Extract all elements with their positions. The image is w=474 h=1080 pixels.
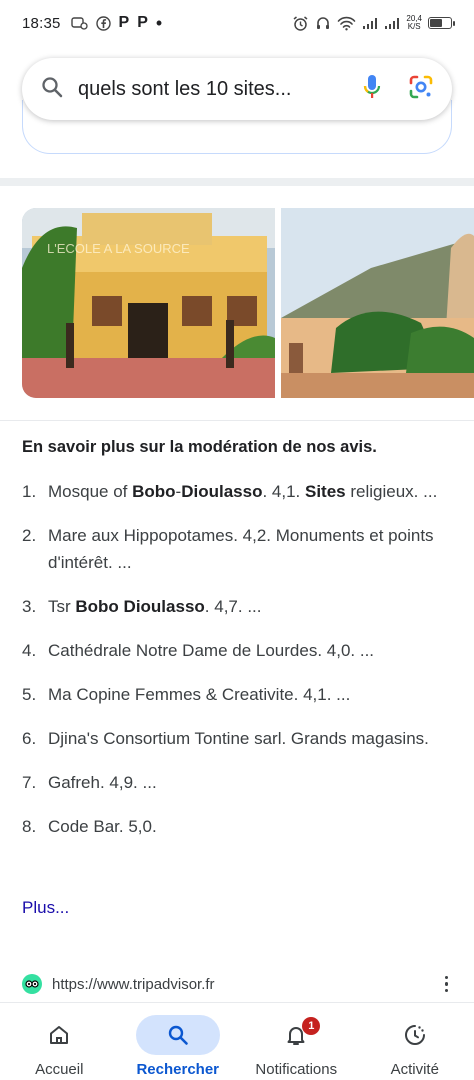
list-item-text-part: Code Bar. 5,0. <box>48 817 157 836</box>
search-bar[interactable]: quels sont les 10 sites... <box>22 58 452 120</box>
google-lens-icon[interactable] <box>408 74 434 105</box>
battery-level <box>430 19 442 27</box>
nav-tab-label: Activité <box>390 1061 439 1078</box>
list-item-text: Tsr Bobo Dioulasso. 4,7. ... <box>48 593 452 620</box>
p-app-icon: P <box>118 14 130 31</box>
alarm-icon <box>292 15 309 32</box>
list-item-number: 5. <box>22 685 37 704</box>
nav-tab-notifications[interactable]: 1 Notifications <box>237 1003 356 1080</box>
p-app-icon: P <box>137 14 148 31</box>
list-item-text-part: Djina's Consortium Tontine sarl. Grands … <box>48 729 429 748</box>
section-divider <box>0 178 474 186</box>
list-item-number: 8. <box>22 817 37 836</box>
list-item[interactable]: 6. Djina's Consortium Tontine sarl. Grand… <box>22 725 452 752</box>
voice-search-mic-icon[interactable] <box>362 73 382 106</box>
source-url[interactable]: https://www.tripadvisor.fr <box>52 976 215 993</box>
list-item-text: Mare aux Hippopotames. 4,2. Monuments et… <box>48 522 452 576</box>
list-item-number: 2. <box>22 526 37 545</box>
moderation-heading[interactable]: En savoir plus sur la modération de nos … <box>22 438 377 457</box>
facebook-icon <box>95 15 111 31</box>
status-right-icons: 20,4 K/S <box>292 15 455 32</box>
nav-tab-label: Rechercher <box>136 1061 220 1078</box>
nav-icon-wrap <box>135 1015 220 1055</box>
list-item[interactable]: 4. Cathédrale Notre Dame de Lourdes. 4,0.… <box>22 637 452 664</box>
list-item-number: 4. <box>22 641 37 660</box>
list-item-text-part: Ma Copine Femmes & Creativite. 4,1. ... <box>48 685 351 704</box>
list-item-text-part: . 4,7. ... <box>204 597 262 616</box>
status-bar: 18:35 P P • 20,4 K/S <box>0 0 474 46</box>
list-item-text: Code Bar. 5,0. <box>48 813 452 840</box>
svg-text:L'ECOLE A LA SOURCE: L'ECOLE A LA SOURCE <box>47 241 190 256</box>
network-speed-unit: K/S <box>407 22 421 31</box>
list-item-number: 7. <box>22 773 37 792</box>
divider-line <box>0 420 474 421</box>
tripadvisor-owl-icon <box>22 974 42 994</box>
nav-tab-activite[interactable]: Activité <box>356 1003 474 1080</box>
signal-icon <box>362 17 378 30</box>
list-item-text-part: . 4,1. <box>262 482 305 501</box>
list-item-text-part: Mare aux Hippopotames. 4,2. Monuments et… <box>48 526 434 572</box>
more-notifications-dot-icon: • <box>155 13 163 33</box>
list-item[interactable]: 2. Mare aux Hippopotames. 4,2. Monuments … <box>22 522 452 576</box>
list-item-bold-text: Dioulasso <box>181 482 263 501</box>
list-item-text-part: Tsr <box>48 597 76 616</box>
battery-icon <box>428 17 455 29</box>
list-item-text-part: Cathédrale Notre Dame de Lourdes. 4,0. .… <box>48 641 375 660</box>
list-item[interactable]: 8. Code Bar. 5,0. <box>22 813 452 840</box>
nav-tab-label: Accueil <box>35 1061 84 1078</box>
list-item-text-part: Mosque of <box>48 482 133 501</box>
list-item[interactable]: 5. Ma Copine Femmes & Creativite. 4,1. ..… <box>22 681 452 708</box>
nav-icon-wrap: 1 <box>254 1015 338 1055</box>
list-item-bold-text: Bobo Dioulasso <box>75 597 205 616</box>
nav-tab-rechercher[interactable]: Rechercher <box>119 1003 238 1080</box>
wifi-icon <box>337 16 356 31</box>
bottom-navigation: Accueil Rechercher 1 Notifications Activ… <box>0 1002 474 1080</box>
result-image-bobo-dioulasso-building[interactable]: L'ECOLE A LA SOURCE <box>22 208 275 398</box>
list-item-text-part: Gafreh. 4,9. ... <box>48 773 157 792</box>
list-item-text: Cathédrale Notre Dame de Lourdes. 4,0. .… <box>48 637 452 664</box>
search-query[interactable]: quels sont les 10 sites... <box>78 78 354 101</box>
status-time: 18:35 <box>22 14 61 32</box>
list-item-text: Ma Copine Femmes & Creativite. 4,1. ... <box>48 681 452 708</box>
headset-icon <box>315 15 331 31</box>
list-item-number: 6. <box>22 729 37 748</box>
nav-tab-accueil[interactable]: Accueil <box>0 1003 119 1080</box>
list-item-bold-text: Bobo <box>132 482 176 501</box>
signal-icon <box>384 17 400 30</box>
nav-icon-wrap <box>17 1015 101 1055</box>
list-item-number: 1. <box>22 482 37 501</box>
nav-tab-label: Notifications <box>255 1061 338 1078</box>
status-left-icons: P P • <box>70 13 163 33</box>
list-item-text: Gafreh. 4,9. ... <box>48 769 452 796</box>
places-list: 1. Mosque of Bobo-Dioulasso. 4,1. Sites r… <box>22 478 452 857</box>
list-item-text: Mosque of Bobo-Dioulasso. 4,1. Sites rel… <box>48 478 452 505</box>
list-item-text-part: religieux. ... <box>345 482 438 501</box>
home-icon <box>50 1026 69 1044</box>
search-icon <box>168 1025 188 1045</box>
list-item[interactable]: 7. Gafreh. 4,9. ... <box>22 769 452 796</box>
nav-icon-wrap <box>373 1015 457 1055</box>
list-item-bold-text: Sites <box>305 482 346 501</box>
list-item-text: Djina's Consortium Tontine sarl. Grands … <box>48 725 452 752</box>
list-item[interactable]: 1. Mosque of Bobo-Dioulasso. 4,1. Sites r… <box>22 478 452 505</box>
network-speed: 20,4 K/S <box>406 15 422 31</box>
list-item-number: 3. <box>22 597 37 616</box>
source-row[interactable]: https://www.tripadvisor.fr <box>22 970 452 998</box>
list-item[interactable]: 3. Tsr Bobo Dioulasso. 4,7. ... <box>22 593 452 620</box>
messenger-icon <box>70 16 88 31</box>
result-image-cathedral[interactable] <box>281 208 474 398</box>
more-link[interactable]: Plus... <box>22 898 69 918</box>
search-icon <box>40 75 64 104</box>
notification-badge: 1 <box>302 1017 321 1035</box>
more-options-icon[interactable] <box>444 975 448 993</box>
activity-icon <box>404 1025 425 1045</box>
